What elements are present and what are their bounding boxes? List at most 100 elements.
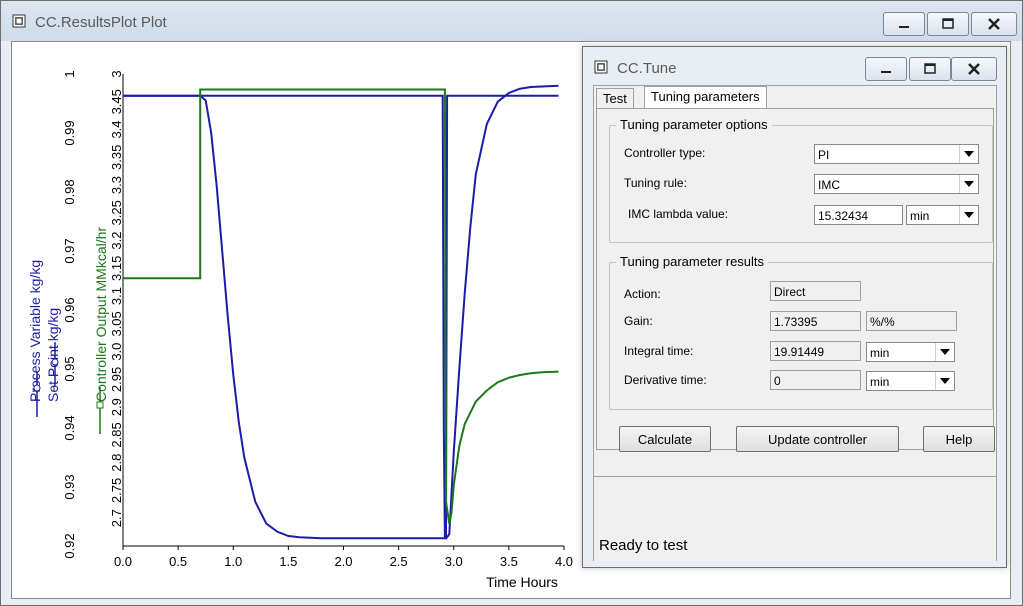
status-panel: Ready to test	[594, 476, 996, 561]
derivative-time-label: Derivative time:	[624, 373, 707, 387]
tuning-rule-value: IMC	[818, 178, 840, 192]
y2-tick-label: 3.4	[109, 120, 124, 138]
chevron-down-icon	[935, 343, 954, 361]
y2-tick-label: 3.25	[109, 200, 124, 225]
minimize-icon	[881, 71, 891, 73]
y2-tick-label: 3.3	[109, 176, 124, 194]
x-tick-label: 1.5	[279, 554, 297, 569]
y2-tick-label: 2.95	[109, 367, 124, 392]
y2-tick-label: 2.9	[109, 398, 124, 416]
gain-label: Gain:	[624, 314, 653, 328]
app-icon	[12, 14, 26, 28]
close-icon	[988, 18, 1000, 30]
y2-tick-label: 2.75	[109, 478, 124, 503]
x-tick-label: 0.5	[169, 554, 187, 569]
y1-tick-label: 0.96	[62, 297, 77, 322]
y2-tick-label: 2.7	[109, 509, 124, 527]
y2-tick-label: 2.8	[109, 454, 124, 472]
y2-tick-label: 3.0	[109, 343, 124, 361]
lambda-input[interactable]: 15.32434	[814, 205, 903, 225]
series-line-2	[123, 88, 559, 524]
tuning-rule-select[interactable]: IMC	[814, 174, 979, 194]
y2-tick-label: 3.45	[109, 89, 124, 114]
y2-tick-label: 3	[109, 70, 124, 77]
tuning-rule-label: Tuning rule:	[624, 176, 687, 190]
legend-set-point: Set Point kg/kg	[45, 308, 61, 402]
action-value: Direct	[770, 281, 861, 301]
maximize-icon	[942, 18, 954, 29]
tab-page: Tuning parameter options Controller type…	[596, 108, 995, 452]
results-group-title: Tuning parameter results	[616, 254, 769, 269]
calculate-button[interactable]: Calculate	[619, 426, 711, 452]
tune-client-area: Test Tuning parameters Tuning parameter …	[593, 85, 997, 561]
chevron-down-icon	[959, 145, 978, 163]
y2-tick-label: 3.1	[109, 287, 124, 305]
chevron-down-icon	[959, 206, 978, 224]
help-button[interactable]: Help	[923, 426, 995, 452]
tune-close-button[interactable]	[951, 57, 997, 81]
controller-type-select[interactable]: PI	[814, 144, 979, 164]
derivative-time-value: 0	[770, 370, 861, 390]
integral-unit-select[interactable]: min	[866, 342, 955, 362]
lambda-unit-select[interactable]: min	[906, 205, 979, 225]
maximize-button[interactable]	[927, 12, 969, 36]
legend-controller-output: Controller Output MMkcal/hr	[93, 227, 109, 402]
close-icon	[968, 63, 980, 75]
gain-unit: %/%	[866, 311, 957, 331]
derivative-unit-value: min	[870, 375, 890, 389]
status-text: Ready to test	[599, 537, 688, 554]
minimize-icon	[899, 26, 909, 28]
x-tick-label: 3.5	[500, 554, 518, 569]
y2-tick-label: 3.05	[109, 311, 124, 336]
action-label: Action:	[624, 287, 661, 301]
minimize-button[interactable]	[883, 12, 925, 36]
y1-tick-label: 0.98	[62, 179, 77, 204]
update-controller-button[interactable]: Update controller	[736, 426, 899, 452]
maximize-icon	[924, 63, 936, 74]
x-tick-label: 1.0	[224, 554, 242, 569]
x-axis-label: Time Hours	[486, 574, 558, 590]
y2-tick-label: 2.85	[109, 422, 124, 447]
y1-tick-label: 0.95	[62, 356, 77, 381]
derivative-unit-select[interactable]: min	[866, 371, 955, 391]
x-tick-label: 2.5	[390, 554, 408, 569]
series-line-0	[123, 84, 559, 540]
chevron-down-icon	[935, 372, 954, 390]
tab-tuning-parameters[interactable]: Tuning parameters	[644, 86, 767, 109]
y2-tick-label: 3.2	[109, 232, 124, 250]
x-tick-label: 4.0	[555, 554, 573, 569]
integral-unit-value: min	[870, 346, 890, 360]
tune-dialog: CC.Tune Test Tuning parameters Tuning pa…	[582, 46, 1007, 568]
controller-type-value: PI	[818, 148, 830, 162]
tune-app-icon	[594, 60, 608, 74]
integral-time-label: Integral time:	[624, 344, 694, 358]
y1-tick-label: 0.99	[62, 120, 77, 145]
x-tick-label: 2.0	[334, 554, 352, 569]
series-line-1	[123, 94, 559, 540]
tune-minimize-button[interactable]	[865, 57, 907, 81]
x-tick-label: 3.0	[445, 554, 463, 569]
tune-title: CC.Tune	[617, 60, 677, 77]
y1-tick-label: 0.94	[62, 415, 77, 440]
lambda-unit-value: min	[910, 209, 930, 223]
lambda-label: IMC lambda value:	[628, 207, 729, 221]
options-group: Tuning parameter options Controller type…	[609, 117, 993, 243]
controller-type-label: Controller type:	[624, 146, 706, 160]
window-title: CC.ResultsPlot Plot	[35, 14, 167, 31]
results-group: Tuning parameter results Action: Direct …	[609, 254, 993, 410]
x-tick-label: 0.0	[114, 554, 132, 569]
legend-process-variable: Process Variable kg/kg	[27, 260, 43, 402]
y2-tick-label: 3.15	[109, 256, 124, 281]
y1-tick-label: 0.93	[62, 474, 77, 499]
tune-maximize-button[interactable]	[909, 57, 951, 81]
y2-tick-label: 3.35	[109, 145, 124, 170]
options-group-title: Tuning parameter options	[616, 117, 772, 132]
close-button[interactable]	[971, 12, 1017, 36]
integral-time-value: 19.91449	[770, 341, 861, 361]
chevron-down-icon	[959, 175, 978, 193]
tab-test[interactable]: Test	[596, 88, 634, 109]
y1-tick-label: 0.92	[62, 533, 77, 558]
y1-tick-label: 1	[62, 70, 77, 77]
gain-value: 1.73395	[770, 311, 861, 331]
y1-tick-label: 0.97	[62, 238, 77, 263]
